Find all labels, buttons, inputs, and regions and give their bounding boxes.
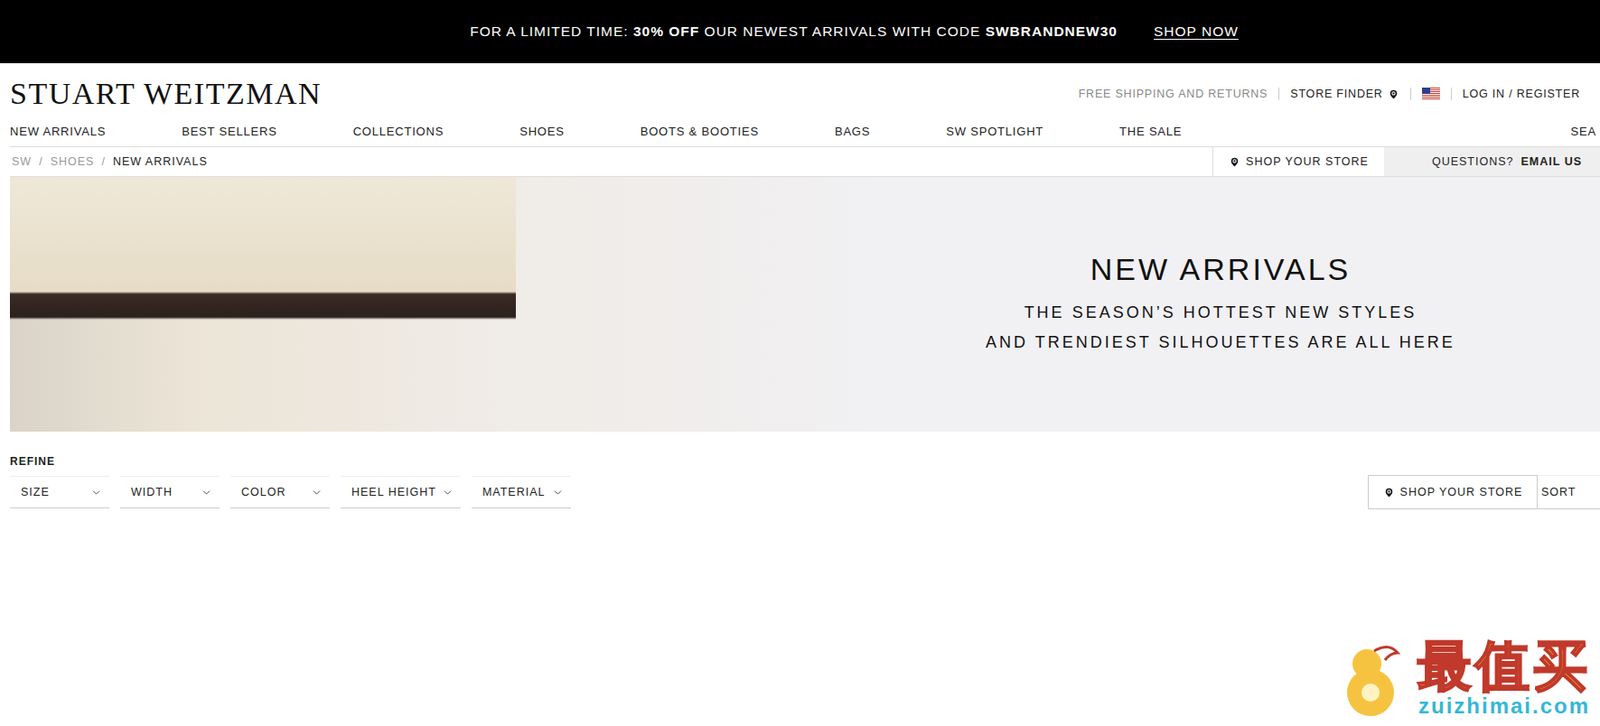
nav-item[interactable]: SHOES <box>519 124 565 139</box>
shop-your-store-button[interactable]: SHOP YOUR STORE <box>1367 475 1538 510</box>
store-finder-link[interactable]: STORE FINDER <box>1278 87 1410 101</box>
nav-item[interactable]: BOOTS & BOOTIES <box>640 124 759 139</box>
hero-photo <box>9 177 878 432</box>
filter-dropdown[interactable]: COLOR <box>230 476 330 509</box>
pin-icon <box>1228 156 1241 169</box>
nav-item[interactable]: BEST SELLERS <box>181 124 277 139</box>
watermark-url: zuizhimai.com <box>1418 693 1591 720</box>
sort-tools: SHOP YOUR STORESORT <box>1367 475 1600 510</box>
filter-dropdown[interactable]: SIZE <box>9 476 110 509</box>
nav-item[interactable]: NEW ARRIVALS <box>9 124 106 139</box>
breadcrumb-item[interactable]: SW <box>11 155 32 169</box>
promo-segment: 30% OFF <box>633 23 700 39</box>
filter-dropdown[interactable]: HEEL HEIGHT <box>340 476 461 509</box>
sort-dropdown[interactable]: SORT <box>1537 475 1600 510</box>
watermark-brand: 最值买 <box>1417 639 1591 694</box>
breadcrumb-item: NEW ARRIVALS <box>112 155 208 169</box>
utility-links: FREE SHIPPING AND RETURNSSTORE FINDER LOG… <box>1067 87 1581 101</box>
nav-item[interactable]: SW SPOTLIGHT <box>945 124 1044 139</box>
site-header: STUART WEITZMAN FREE SHIPPING AND RETURNS… <box>0 72 1600 147</box>
promo-segment: SWBRANDNEW30 <box>985 23 1118 39</box>
page: FOR A LIMITED TIME: 30% OFF OUR NEWEST A… <box>0 0 1600 726</box>
questions-label: QUESTIONS? <box>1431 155 1515 169</box>
email-us-link[interactable]: EMAIL US <box>1521 155 1583 169</box>
hero-subtitle: AND TRENDIEST SILHOUETTES ARE ALL HERE <box>985 327 1456 358</box>
promo-text: FOR A LIMITED TIME: 30% OFF OUR NEWEST A… <box>469 23 1118 40</box>
refine-bar: REFINESIZEWIDTHCOLORHEEL HEIGHTMATERIALS… <box>0 431 1600 510</box>
filter-row: SIZE WIDTH COLOR HEEL HEIGHT MATERIAL SHOP YO… <box>9 475 1600 510</box>
hero-subtitle: THE SEASON’S HOTTEST NEW STYLES <box>1024 298 1418 328</box>
main-nav: NEW ARRIVALS BEST SELLERS COLLECTIONS SHOES… <box>9 115 1600 147</box>
chevron-down-icon <box>200 486 213 499</box>
watermark: 最值买zuizhimai.com <box>1334 639 1591 720</box>
shop-your-store-link[interactable]: SHOP YOUR STORE <box>1212 147 1385 177</box>
promo-segment: OUR NEWEST ARRIVALS WITH CODE <box>699 23 985 39</box>
us-flag-icon[interactable] <box>1422 87 1441 101</box>
filter-dropdown[interactable]: MATERIAL <box>471 476 571 509</box>
chevron-down-icon <box>441 486 454 499</box>
nav-item[interactable]: COLLECTIONS <box>353 124 445 139</box>
gourd-mascot-icon <box>1334 640 1413 719</box>
breadcrumb: SW / SHOES / NEW ARRIVALS <box>9 147 1213 177</box>
hero-title: NEW ARRIVALS <box>1090 252 1352 288</box>
breadcrumb-separator: / <box>101 155 105 169</box>
hero-text: NEW ARRIVALS THE SEASON’S HOTTEST NEW STY… <box>877 177 1600 432</box>
nav-item[interactable]: THE SALE <box>1119 124 1182 139</box>
chevron-down-icon <box>90 486 103 499</box>
refine-label: REFINE <box>9 455 1600 468</box>
shipping-link[interactable]: FREE SHIPPING AND RETURNS <box>1067 87 1280 101</box>
breadcrumb-item[interactable]: SHOES <box>50 155 95 169</box>
filter-dropdown[interactable]: WIDTH <box>120 476 220 509</box>
chevron-down-icon <box>310 486 323 499</box>
nav-item[interactable]: BAGS <box>834 124 871 139</box>
hero-banner: NEW ARRIVALS THE SEASON’S HOTTEST NEW STY… <box>9 177 1600 432</box>
pin-icon <box>1383 486 1395 499</box>
breadcrumb-separator: / <box>38 155 43 169</box>
search-link[interactable]: SEA <box>1571 124 1597 139</box>
country-selector[interactable] <box>1410 87 1451 101</box>
chevron-down-icon <box>552 486 564 499</box>
promo-segment: FOR A LIMITED TIME: <box>469 23 634 39</box>
promo-banner: FOR A LIMITED TIME: 30% OFF OUR NEWEST A… <box>0 0 1600 64</box>
logo-row: STUART WEITZMAN FREE SHIPPING AND RETURNS… <box>9 72 1600 116</box>
login-link[interactable]: LOG IN / REGISTER <box>1450 87 1581 101</box>
pin-icon <box>1387 88 1400 101</box>
logo[interactable]: STUART WEITZMAN <box>9 76 322 112</box>
questions-box: QUESTIONS? EMAIL US <box>1384 147 1600 177</box>
breadcrumb-bar: SW/SHOES/NEW ARRIVALSSHOP YOUR STOREQUES… <box>9 146 1600 178</box>
watermark-text: 最值买zuizhimai.com <box>1417 639 1591 720</box>
shop-now-link[interactable]: SHOP NOW <box>1153 23 1239 40</box>
